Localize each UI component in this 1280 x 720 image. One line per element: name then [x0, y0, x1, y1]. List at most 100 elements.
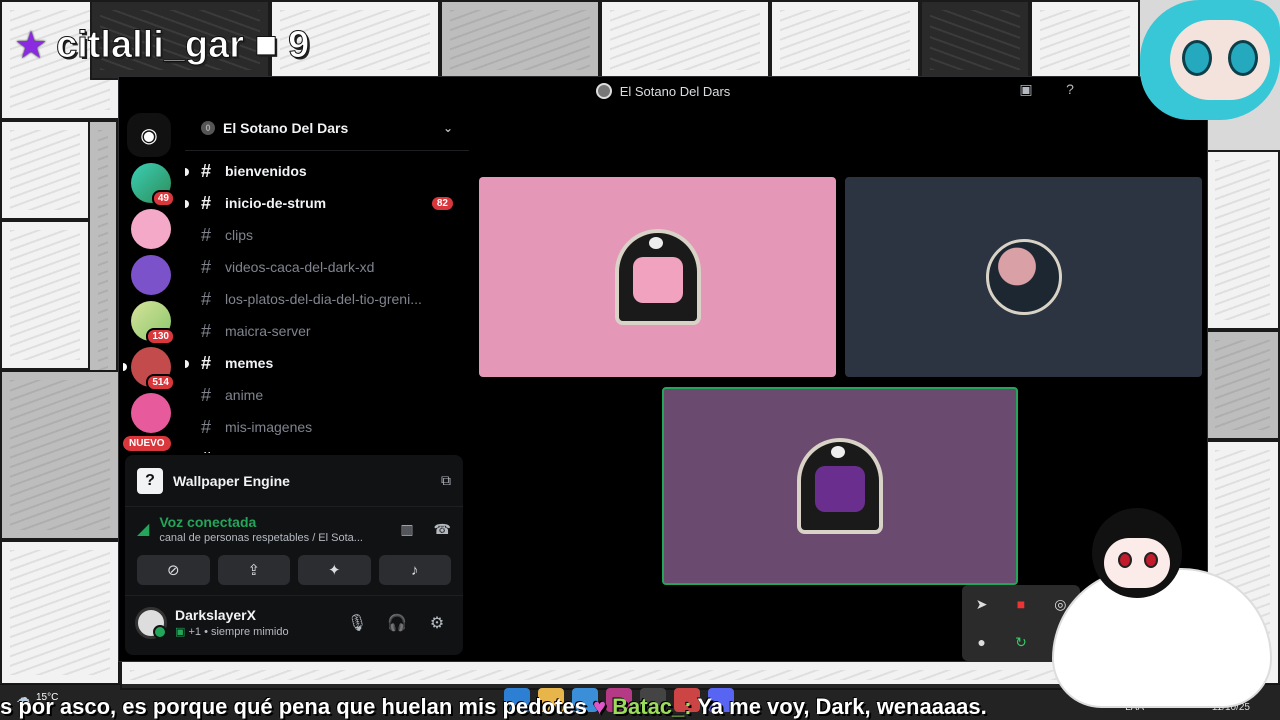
- unread-indicator: [185, 200, 189, 208]
- participant-tile-2[interactable]: [845, 177, 1202, 377]
- user-status-text: +1 • siempre mimido: [188, 626, 289, 638]
- channel-label: general: [225, 451, 275, 453]
- streamer-overlay: ★ citlalli_gar ■ 9: [14, 24, 310, 67]
- help-icon[interactable]: ?: [1059, 81, 1081, 101]
- unread-indicator: [185, 168, 189, 176]
- window-title: El Sotano Del Dars: [619, 83, 731, 99]
- server-icon-4[interactable]: 130: [131, 301, 175, 345]
- voice-connection: ◢ Voz conectada canal de personas respet…: [125, 507, 463, 551]
- screen-share-button[interactable]: ⇪: [217, 555, 290, 585]
- activity-row: ? Wallpaper Engine ⧉: [125, 455, 463, 507]
- server-icon-2[interactable]: [131, 209, 171, 249]
- subtitle-text-a: s por asco, es porque qué pena que huela…: [0, 694, 587, 719]
- mention-badge: 82: [431, 196, 453, 210]
- username: DarkslayerX: [175, 607, 256, 623]
- star-icon: ★: [14, 24, 49, 67]
- hash-icon: #: [201, 449, 225, 454]
- channel-item-clips[interactable]: # clips: [185, 219, 469, 251]
- voice-status[interactable]: Voz conectada: [159, 514, 363, 530]
- unread-badge: 49: [151, 190, 175, 207]
- gamepad-icon: ▣: [175, 626, 186, 638]
- amd-icon[interactable]: ■: [1017, 596, 1025, 612]
- server-icon-3[interactable]: [131, 255, 171, 295]
- hash-icon: #: [201, 192, 212, 213]
- unread-indicator: [185, 360, 189, 368]
- inbox-icon[interactable]: ▣: [1015, 81, 1037, 101]
- activities-button[interactable]: ✦: [298, 555, 371, 585]
- new-badge: NUEVO: [123, 436, 171, 451]
- noise-suppression-icon[interactable]: ▥: [400, 521, 413, 538]
- discord-home-button[interactable]: ◉: [127, 113, 171, 157]
- unread-badge: 130: [146, 328, 175, 345]
- channel-item-bienvenidos[interactable]: # bienvenidos: [185, 155, 469, 187]
- participant-tile-3-speaking[interactable]: [662, 387, 1018, 585]
- user-status: ▣ +1 • siempre mimido: [175, 625, 289, 638]
- camera-off-button[interactable]: ⊘: [137, 555, 210, 585]
- channel-item-maicra-server[interactable]: # maicra-server: [185, 315, 469, 347]
- lock-hash-icon: #: [201, 416, 212, 437]
- streamer-name: citlalli_gar ■ 9: [56, 24, 310, 67]
- cursor-app-icon[interactable]: ➤: [976, 596, 988, 613]
- hash-icon: #: [201, 352, 212, 373]
- channel-label: inicio-de-strum: [225, 195, 327, 211]
- server-name: El Sotano Del Dars: [223, 119, 349, 136]
- channel-item-los-platos[interactable]: # los-platos-del-dia-del-tio-greni...: [185, 283, 469, 315]
- channel-label: memes: [225, 355, 274, 371]
- channel-label: bienvenidos: [225, 163, 307, 179]
- server-icon-5[interactable]: 514: [123, 347, 175, 391]
- hash-icon: #: [201, 288, 212, 309]
- user-panel: ? Wallpaper Engine ⧉ ◢ Voz conectada can…: [125, 455, 463, 655]
- boost-icon: 0: [201, 120, 215, 135]
- question-icon: ?: [137, 467, 163, 494]
- stream-share-icon[interactable]: ⧉: [441, 472, 451, 489]
- hash-icon: #: [201, 320, 212, 341]
- gear-icon[interactable]: ⚙: [421, 613, 453, 633]
- server-icon-6[interactable]: [131, 393, 171, 433]
- participant-avatar: [985, 239, 1062, 315]
- channel-item-videos[interactable]: # videos-caca-del-dark-xd: [185, 251, 469, 283]
- avatar[interactable]: [135, 606, 167, 639]
- subtitle-text-b: Ya me voy, Dark, wenaaaas.: [697, 694, 987, 719]
- subtitle-username: Batac_:: [612, 694, 692, 719]
- heart-emote-icon: ♥: [592, 694, 606, 719]
- channel-item-anime[interactable]: # anime: [185, 379, 469, 411]
- channel-label: mis-imagenes: [225, 419, 313, 435]
- channel-item-general[interactable]: # general: [185, 443, 469, 454]
- discord-window: El Sotano Del Dars ▣ ? ◉ 49 130 514 NUEV…: [118, 76, 1208, 662]
- hash-icon: #: [201, 160, 212, 181]
- server-icon-1[interactable]: 49: [131, 163, 175, 207]
- soundboard-button[interactable]: ♪: [378, 555, 451, 585]
- voice-controls: ⊘ ⇪ ✦ ♪: [125, 551, 463, 595]
- participant-avatar: [797, 438, 883, 534]
- title-bar: El Sotano Del Dars ▣ ?: [119, 77, 1207, 105]
- hash-icon: #: [201, 384, 212, 405]
- microphone-icon[interactable]: 🎙: [341, 613, 373, 633]
- unread-badge: 514: [146, 374, 175, 391]
- channel-label: anime: [225, 387, 264, 403]
- channel-item-mis-imagenes[interactable]: # mis-imagenes: [185, 411, 469, 443]
- discord-logo-icon: ◉: [140, 124, 158, 147]
- server-rail: ◉ 49 130 514 NUEVO: [123, 113, 175, 453]
- chibi-mascot-bottom: [1052, 508, 1280, 708]
- refresh-icon[interactable]: ↻: [1015, 634, 1027, 651]
- signal-icon: ◢: [137, 521, 150, 538]
- participant-tile-1[interactable]: [479, 177, 836, 377]
- chibi-mascot-top: [1110, 0, 1280, 150]
- server-header[interactable]: 0 El Sotano Del Dars ⌄: [185, 105, 469, 151]
- channel-item-memes[interactable]: # memes: [185, 347, 469, 379]
- current-user: DarkslayerX ▣ +1 • siempre mimido 🎙 🎧 ⚙: [125, 595, 463, 649]
- voice-channel[interactable]: canal de personas respetables / El Sota.…: [159, 532, 363, 544]
- channel-label: maicra-server: [225, 323, 311, 339]
- hash-icon: #: [201, 224, 212, 245]
- channel-item-inicio-de-strum[interactable]: # inicio-de-strum 82: [185, 187, 469, 219]
- server-icon: [595, 83, 612, 99]
- disconnect-icon[interactable]: ☎: [434, 521, 451, 538]
- obs-icon[interactable]: ●: [977, 634, 985, 650]
- channel-list: # bienvenidos # inicio-de-strum 82 # cli…: [185, 151, 469, 453]
- chevron-down-icon: ⌄: [442, 120, 453, 135]
- headphones-icon[interactable]: 🎧: [381, 613, 413, 633]
- chat-subtitle: s por asco, es porque qué pena que huela…: [0, 694, 1280, 720]
- hash-icon: #: [201, 256, 212, 277]
- activity-app-name: Wallpaper Engine: [173, 472, 290, 489]
- participant-avatar: [614, 229, 701, 325]
